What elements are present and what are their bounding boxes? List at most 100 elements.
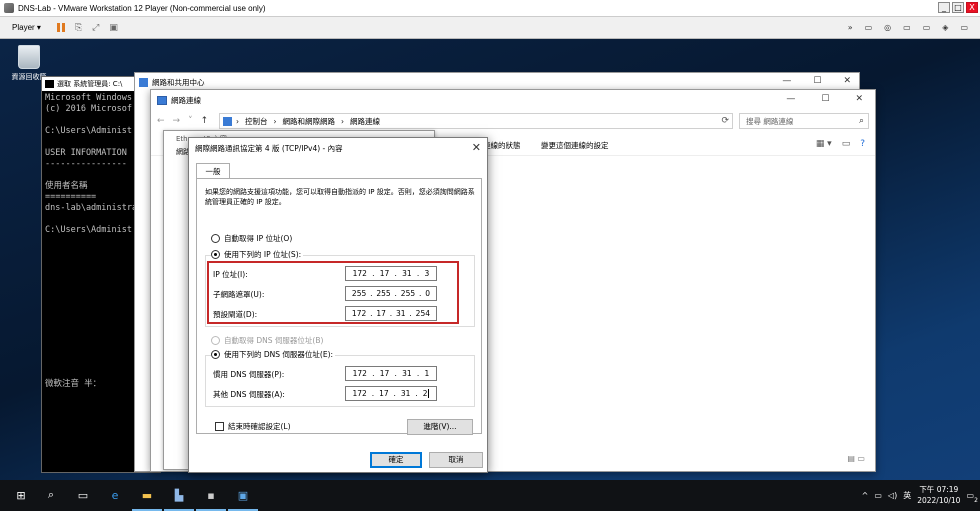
octet: 172	[352, 369, 367, 378]
time: 下午 07:19	[919, 485, 959, 494]
network-tray-icon[interactable]: ▭	[874, 491, 882, 500]
cmd-icon	[45, 80, 54, 88]
breadcrumb-control-panel[interactable]: 控制台	[245, 116, 268, 127]
search-icon[interactable]: ⌕	[42, 486, 60, 504]
radio-auto-dns[interactable]: 自動取得 DNS 伺服器位址(B)	[211, 335, 323, 346]
start-windows-icon[interactable]: ⊞	[12, 486, 30, 504]
address-bar-row: ← → ˅ ↑ › 控制台 › 網路和網際網路 › 網路連線 ⟳ 搜尋 網路連線…	[151, 111, 875, 131]
checkbox[interactable]	[215, 422, 224, 431]
recent-chevron-icon[interactable]: ˅	[188, 116, 193, 126]
sound-icon[interactable]: ◈	[942, 23, 948, 32]
preferred-dns-label: 慣用 DNS 伺服器(P):	[213, 370, 285, 379]
nav-buttons: ← → ˅ ↑	[157, 116, 208, 126]
clock[interactable]: 下午 07:19 2022/10/10	[917, 484, 960, 506]
help-icon[interactable]: ?	[860, 139, 865, 149]
vmware-titlebar: DNS-Lab - VMware Workstation 12 Player (…	[0, 0, 980, 17]
hdd-icon[interactable]: ▭	[865, 23, 873, 32]
refresh-icon[interactable]: ⟳	[721, 116, 729, 126]
close-icon[interactable]: ✕	[855, 94, 863, 104]
unity-icon[interactable]: ▣	[109, 23, 118, 33]
usb-icon[interactable]: ▭	[923, 23, 931, 32]
octet: 31	[400, 389, 411, 398]
tab-general[interactable]: 一般	[196, 163, 230, 179]
maximize-icon[interactable]: ☐	[813, 76, 821, 86]
date: 2022/10/10	[917, 496, 961, 505]
maximize-button[interactable]: □	[952, 2, 964, 13]
taskbar: ⊞ ⌕ ▭ e ▬ ▙ ▪ ▣ ^ ▭ ◁) 英 下午 07:19 2022/1…	[0, 480, 980, 511]
alternate-dns-row: 其他 DNS 伺服器(A): 172. 17. 31. 2	[206, 386, 474, 402]
up-arrow-icon[interactable]: ↑	[201, 116, 209, 126]
view-options: ▦ ▾ ▭ ?	[816, 139, 865, 149]
change-view-icon[interactable]: ▦ ▾	[816, 139, 832, 149]
file-explorer-icon[interactable]: ▬	[132, 486, 162, 511]
dialog-title: 網際網路通訊協定第 4 版 (TCP/IPv4) - 內容	[195, 143, 343, 153]
search-input[interactable]: 搜尋 網路連線 ⌕	[739, 113, 869, 129]
radio-auto-ip-label: 自動取得 IP 位址(O)	[224, 234, 293, 243]
task-view-icon[interactable]: ▭	[74, 486, 92, 504]
preferred-dns-field[interactable]: 172. 17. 31. 1	[345, 366, 437, 381]
details-view-icon[interactable]: ▤ ▭	[847, 454, 865, 463]
breadcrumb-network-connections[interactable]: 網路連線	[350, 116, 380, 127]
vmware-logo-icon	[4, 3, 14, 13]
alternate-dns-field[interactable]: 172. 17. 31. 2	[345, 386, 437, 401]
radio-button-selected[interactable]	[211, 250, 220, 259]
radio-manual-dns[interactable]: 使用下列的 DNS 伺服器位址(E):	[211, 349, 336, 360]
volume-icon[interactable]: ◁)	[888, 491, 897, 500]
octet: 17	[379, 369, 390, 378]
ime-indicator[interactable]: 英	[903, 490, 911, 501]
send-ctrl-alt-del-icon[interactable]: ⎘	[75, 23, 82, 33]
close-icon[interactable]: ✕	[472, 141, 481, 154]
maximize-icon[interactable]: ☐	[821, 94, 829, 104]
edge-browser-icon[interactable]: e	[106, 486, 124, 504]
display-icon[interactable]: ▭	[960, 23, 968, 32]
minimize-button[interactable]: _	[938, 2, 950, 13]
breadcrumb-network-internet[interactable]: 網路和網際網路	[283, 116, 336, 127]
recycle-bin-icon	[18, 45, 40, 69]
ok-button[interactable]: 確定	[370, 452, 422, 468]
forward-arrow-icon[interactable]: →	[173, 116, 181, 126]
devices-arrow-icon[interactable]: »	[848, 23, 853, 32]
preview-pane-icon[interactable]: ▭	[842, 139, 851, 149]
octet: 172	[352, 389, 367, 398]
minimize-icon[interactable]: —	[782, 76, 791, 86]
notifications-icon[interactable]: ▭ 2	[966, 491, 978, 504]
change-connection-settings-button[interactable]: 變更這個連線的設定	[541, 140, 609, 151]
cancel-button[interactable]: 取消	[429, 452, 483, 468]
radio-button-disabled	[211, 336, 220, 345]
close-button[interactable]: X	[966, 2, 978, 13]
octet: 1	[424, 369, 430, 378]
fullscreen-icon[interactable]: ⤢	[92, 23, 99, 33]
pause-icon[interactable]	[56, 23, 65, 32]
validate-on-exit-label: 結束時確認設定(L)	[228, 422, 291, 431]
radio-button[interactable]	[211, 234, 220, 243]
connections-titlebar: 網路連線	[151, 90, 875, 110]
player-menu[interactable]: Player ▾	[12, 23, 41, 32]
cd-icon[interactable]: ◎	[884, 23, 891, 32]
octet: 31	[402, 369, 412, 378]
octet-with-cursor: 2	[422, 389, 430, 398]
network-adapter-icon[interactable]: ▭	[903, 23, 911, 32]
radio-auto-ip[interactable]: 自動取得 IP 位址(O)	[211, 233, 292, 244]
preferred-dns-row: 慣用 DNS 伺服器(P): 172. 17. 31. 1	[206, 366, 474, 382]
notification-count: 2	[974, 496, 978, 504]
device-icons: » ▭ ◎ ▭ ▭ ◈ ▭	[848, 23, 968, 32]
radio-manual-ip[interactable]: 使用下列的 IP 位址(S):	[211, 249, 304, 260]
back-arrow-icon[interactable]: ←	[157, 116, 165, 126]
radio-manual-dns-label: 使用下列的 DNS 伺服器位址(E):	[224, 350, 334, 359]
vmware-toolbar: Player ▾ ⎘ ⤢ ▣ » ▭ ◎ ▭ ▭ ◈ ▭	[0, 17, 980, 39]
network-connections-taskbar-icon[interactable]: ▣	[228, 486, 258, 511]
show-hidden-icons-icon[interactable]: ^	[862, 491, 869, 500]
validate-on-exit-checkbox[interactable]: 結束時確認設定(L)	[215, 421, 291, 432]
network-center-icon	[139, 77, 148, 87]
close-icon[interactable]: ✕	[843, 76, 851, 86]
radio-button-selected[interactable]	[211, 350, 220, 359]
advanced-button[interactable]: 進階(V)...	[407, 419, 473, 435]
network-connections-icon	[157, 95, 167, 105]
breadcrumb[interactable]: › 控制台 › 網路和網際網路 › 網路連線 ⟳	[219, 113, 733, 129]
breadcrumb-separator: ›	[273, 116, 277, 126]
minimize-icon[interactable]: —	[786, 94, 795, 104]
server-manager-icon[interactable]: ▙	[164, 486, 194, 511]
alternate-dns-label: 其他 DNS 伺服器(A):	[213, 390, 285, 399]
guest-desktop: 資源回收筒 選取 系統管理員: C:\ Microsoft Windows (c…	[0, 39, 980, 480]
cmd-taskbar-icon[interactable]: ▪	[196, 486, 226, 511]
